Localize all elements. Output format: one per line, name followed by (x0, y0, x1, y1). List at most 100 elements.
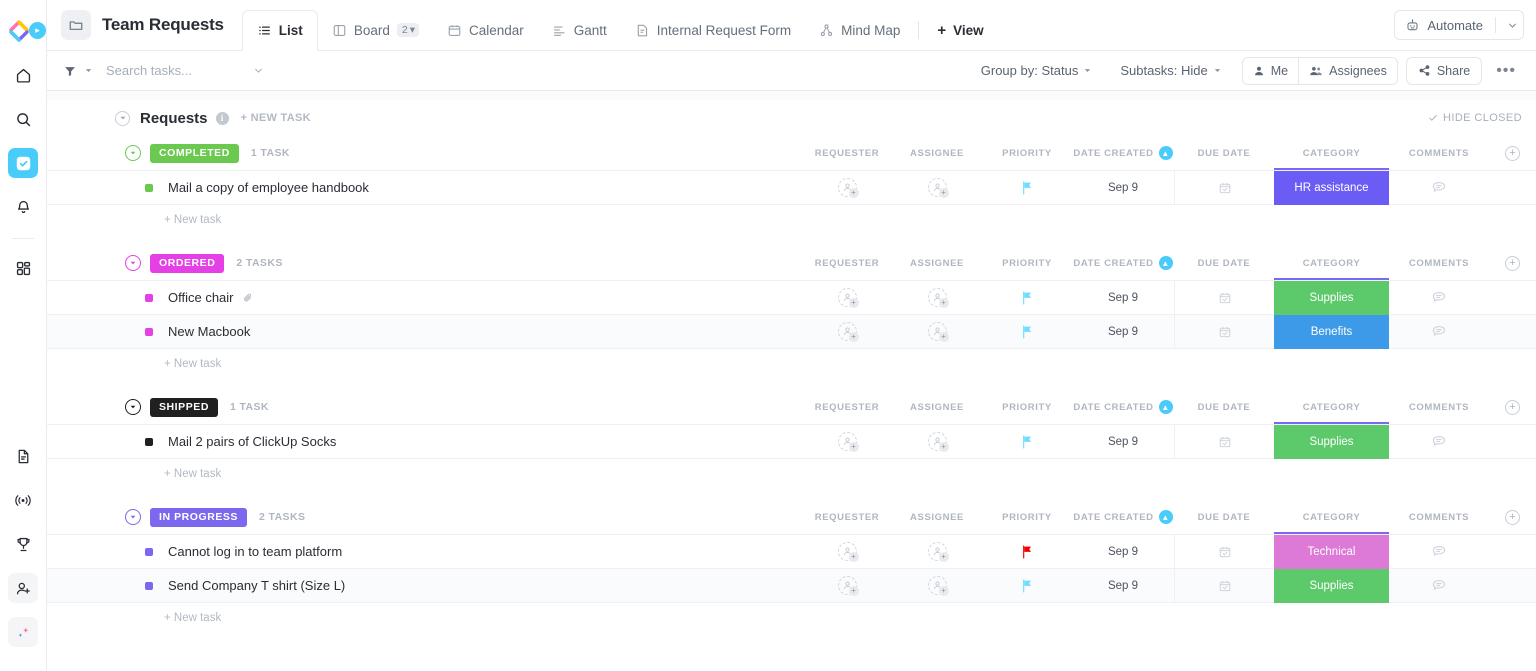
filter-icon[interactable] (63, 64, 77, 78)
search-expand-chevron-down-icon[interactable] (252, 64, 265, 77)
priority-flag-icon[interactable] (1021, 545, 1034, 559)
requester-avatar-add[interactable]: + (837, 542, 859, 562)
sidebar-item-ai[interactable] (8, 617, 38, 647)
tab-gantt[interactable]: Gantt (538, 10, 621, 50)
priority-flag-icon[interactable] (1021, 579, 1034, 593)
task-status-bullet[interactable] (145, 183, 153, 192)
cell-assignee[interactable]: + (892, 425, 982, 459)
column-header-category[interactable]: CATEGORY (1274, 390, 1389, 424)
assignee-avatar-add[interactable]: + (927, 576, 949, 596)
cell-requester[interactable]: + (802, 535, 892, 569)
cell-category[interactable]: Technical (1274, 534, 1389, 569)
table-row[interactable]: Send Company T shirt (Size L) + + Sep 9 … (47, 568, 1536, 603)
sidebar-item-clip[interactable] (8, 485, 38, 515)
priority-flag-icon[interactable] (1021, 325, 1034, 339)
calendar-icon[interactable] (1218, 325, 1232, 339)
table-row[interactable]: Mail 2 pairs of ClickUp Socks + + Sep 9 … (47, 424, 1536, 459)
cell-assignee[interactable]: + (892, 569, 982, 603)
column-header-category[interactable]: CATEGORY (1274, 246, 1389, 280)
column-header-comments[interactable]: COMMENTS (1389, 500, 1489, 534)
add-column-button[interactable]: + (1489, 399, 1536, 415)
cell-requester[interactable]: + (802, 281, 892, 315)
tab-calendar[interactable]: Calendar (433, 10, 538, 50)
column-header-created[interactable]: DATE CREATED ▲ (1072, 390, 1174, 424)
assignee-avatar-add[interactable]: + (927, 542, 949, 562)
search-box[interactable] (106, 63, 265, 78)
calendar-icon[interactable] (1218, 545, 1232, 559)
priority-flag-icon[interactable] (1021, 435, 1034, 449)
group-by-control[interactable]: Group by: Status (967, 57, 1107, 85)
comment-icon[interactable] (1431, 544, 1447, 559)
new-task-button[interactable]: + New task (47, 603, 1536, 636)
new-task-button[interactable]: + New task (47, 205, 1536, 238)
table-row[interactable]: Cannot log in to team platform + + Sep 9… (47, 534, 1536, 569)
requester-avatar-add[interactable]: + (837, 576, 859, 596)
sort-ascending-icon[interactable]: ▲ (1158, 400, 1173, 414)
status-badge[interactable]: SHIPPED (150, 397, 218, 417)
tab-board[interactable]: Board 2 ▾ (318, 10, 433, 50)
column-header-requester[interactable]: REQUESTER (802, 390, 892, 424)
cell-priority[interactable] (982, 535, 1072, 569)
requester-avatar-add[interactable]: + (837, 322, 859, 342)
column-header-due[interactable]: DUE DATE (1174, 136, 1274, 170)
filter-chevron-down-icon[interactable] (84, 66, 93, 75)
column-header-requester[interactable]: REQUESTER (802, 246, 892, 280)
status-badge[interactable]: IN PROGRESS (150, 507, 247, 527)
column-header-priority[interactable]: PRIORITY (982, 246, 1072, 280)
cell-comments[interactable] (1389, 569, 1489, 603)
info-icon[interactable]: i (215, 111, 229, 125)
column-header-requester[interactable]: REQUESTER (802, 500, 892, 534)
cell-priority[interactable] (982, 569, 1072, 603)
sidebar-item-notifications[interactable] (8, 192, 38, 222)
cell-requester[interactable]: + (802, 315, 892, 349)
comment-icon[interactable] (1431, 180, 1447, 195)
cell-date-created[interactable]: Sep 9 (1072, 425, 1174, 459)
cell-assignee[interactable]: + (892, 315, 982, 349)
new-task-button[interactable]: + New task (47, 459, 1536, 492)
cell-category[interactable]: Benefits (1274, 314, 1389, 349)
cell-assignee[interactable]: + (892, 535, 982, 569)
cell-priority[interactable] (982, 425, 1072, 459)
table-row[interactable]: Mail a copy of employee handbook + + Sep… (47, 170, 1536, 205)
sidebar-item-invite[interactable] (8, 573, 38, 603)
column-header-due[interactable]: DUE DATE (1174, 500, 1274, 534)
column-header-category[interactable]: CATEGORY (1274, 136, 1389, 170)
cell-category[interactable]: HR assistance (1274, 170, 1389, 205)
cell-requester[interactable]: + (802, 425, 892, 459)
column-header-priority[interactable]: PRIORITY (982, 136, 1072, 170)
attachment-icon[interactable] (242, 292, 254, 304)
assignee-avatar-add[interactable]: + (927, 322, 949, 342)
new-task-button[interactable]: + New task (47, 349, 1536, 382)
status-badge[interactable]: COMPLETED (150, 143, 239, 163)
tab-internal-request-form[interactable]: Internal Request Form (621, 10, 805, 50)
requester-avatar-add[interactable]: + (837, 288, 859, 308)
priority-flag-icon[interactable] (1021, 181, 1034, 195)
cell-category[interactable]: Supplies (1274, 424, 1389, 459)
column-header-assignee[interactable]: ASSIGNEE (892, 500, 982, 534)
column-header-category[interactable]: CATEGORY (1274, 500, 1389, 534)
calendar-icon[interactable] (1218, 291, 1232, 305)
cell-priority[interactable] (982, 281, 1072, 315)
task-status-bullet[interactable] (145, 437, 153, 446)
cell-comments[interactable] (1389, 171, 1489, 205)
cell-due-date[interactable] (1174, 280, 1274, 315)
cell-comments[interactable] (1389, 425, 1489, 459)
comment-icon[interactable] (1431, 434, 1447, 449)
new-task-top-button[interactable]: + NEW TASK (241, 112, 311, 124)
requester-avatar-add[interactable]: + (837, 432, 859, 452)
column-header-due[interactable]: DUE DATE (1174, 390, 1274, 424)
me-filter-button[interactable]: Me (1243, 58, 1298, 84)
sort-ascending-icon[interactable]: ▲ (1158, 256, 1173, 270)
search-input[interactable] (106, 63, 246, 78)
cell-assignee[interactable]: + (892, 281, 982, 315)
cell-category[interactable]: Supplies (1274, 280, 1389, 315)
sidebar-item-home[interactable] (8, 60, 38, 90)
cell-due-date[interactable] (1174, 424, 1274, 459)
column-header-assignee[interactable]: ASSIGNEE (892, 246, 982, 280)
task-status-bullet[interactable] (145, 293, 153, 302)
assignee-avatar-add[interactable]: + (927, 178, 949, 198)
sidebar-item-docs[interactable] (8, 441, 38, 471)
cell-due-date[interactable] (1174, 170, 1274, 205)
task-name[interactable]: Mail a copy of employee handbook (168, 180, 369, 195)
column-header-comments[interactable]: COMMENTS (1389, 390, 1489, 424)
